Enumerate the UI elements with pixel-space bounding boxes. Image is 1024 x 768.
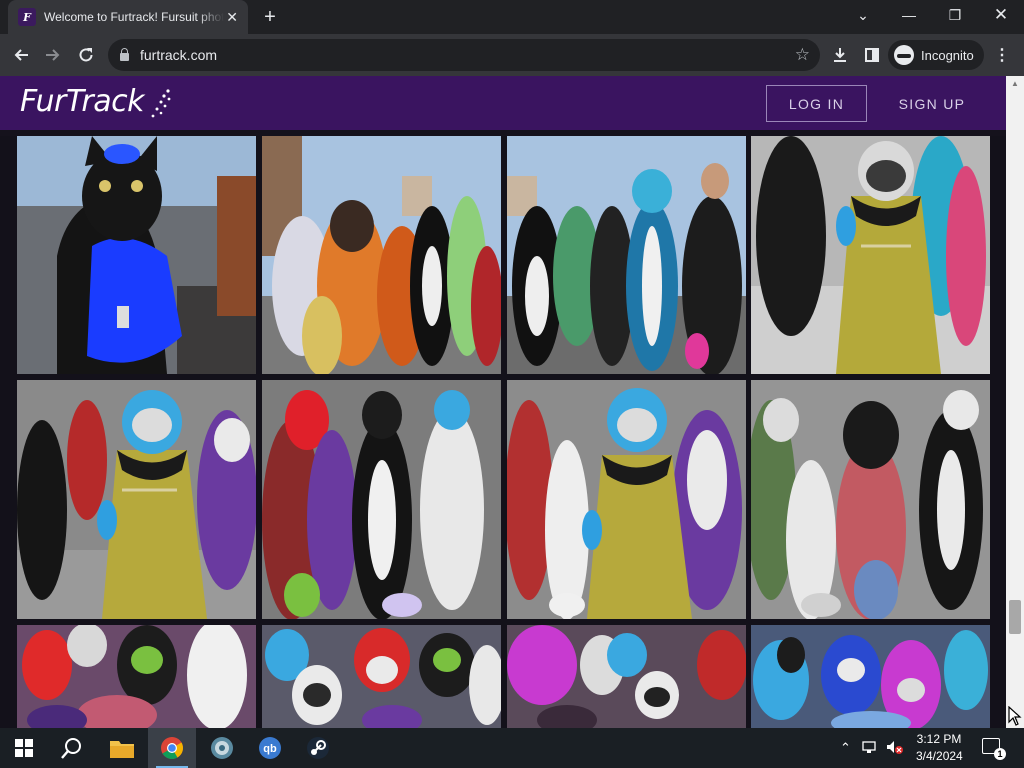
window-close-icon[interactable]: ✕ [978, 0, 1024, 30]
bookmark-star-icon[interactable]: ☆ [795, 45, 810, 65]
restore-icon[interactable]: ❐ [932, 0, 978, 30]
file-explorer-icon[interactable] [98, 728, 146, 768]
reload-icon[interactable] [73, 42, 99, 68]
close-icon[interactable]: ✕ [226, 9, 238, 26]
scroll-up-arrow-icon[interactable]: ▲ [1006, 76, 1024, 90]
side-panel-icon[interactable] [860, 42, 884, 68]
photo-teal-group[interactable] [507, 136, 746, 374]
back-arrow-icon[interactable] [8, 42, 34, 68]
svg-text:qb: qb [263, 743, 277, 755]
steam-icon[interactable] [294, 728, 342, 768]
tab-title: Welcome to Furtrack! Fursuit photos [44, 10, 224, 24]
photo-pink-shirt-fursuit[interactable] [751, 380, 990, 619]
photo-yellow-robe-fursuit[interactable] [751, 136, 990, 374]
new-tab-plus-icon[interactable]: + [258, 5, 282, 29]
forward-arrow-icon[interactable] [40, 42, 66, 68]
windows-taskbar: qb ⌃ 3:12 PM 3/4/2024 1 [0, 728, 1024, 768]
photo-magenta-crowd[interactable] [507, 625, 746, 728]
login-button[interactable]: LOG IN [766, 85, 867, 122]
photo-yellow-robe-group[interactable] [17, 380, 256, 619]
photo-orange-group[interactable] [262, 136, 501, 374]
mouse-cursor-icon [1008, 706, 1022, 726]
furtrack-favicon-icon: F [18, 8, 36, 26]
furtrack-logo[interactable]: FurTrack [20, 84, 144, 119]
page-viewport: FurTrack LOG IN SIGN UP ▲ [0, 76, 1024, 728]
tab-search-chevron-icon[interactable]: ⌄ [840, 0, 886, 30]
scrollbar-thumb[interactable] [1009, 600, 1021, 634]
browser-tab[interactable]: F Welcome to Furtrack! Fursuit photos ✕ [8, 0, 248, 34]
browser-tab-strip: F Welcome to Furtrack! Fursuit photos ✕ … [0, 0, 1024, 34]
url-text[interactable]: furtrack.com [140, 47, 217, 63]
volume-muted-icon[interactable] [886, 740, 904, 757]
notification-count-badge: 1 [994, 748, 1006, 760]
signup-button[interactable]: SIGN UP [888, 85, 976, 122]
lock-icon[interactable] [120, 47, 129, 61]
clock-time: 3:12 PM [916, 732, 962, 746]
search-icon[interactable] [48, 728, 96, 768]
qbittorrent-icon[interactable]: qb [246, 728, 294, 768]
address-bar[interactable]: furtrack.com ☆ [108, 39, 820, 71]
incognito-label: Incognito [921, 47, 974, 63]
logo-sparkle-icon [151, 89, 171, 118]
photo-blue-black-fursuit[interactable] [17, 136, 256, 374]
photo-black-white-group[interactable] [262, 380, 501, 619]
browser-toolbar: furtrack.com ☆ Incognito ⋮ [0, 34, 1024, 76]
photo-red-hair-crowd[interactable] [17, 625, 256, 728]
windows-start-icon[interactable] [0, 728, 48, 768]
incognito-profile-button[interactable]: Incognito [888, 40, 984, 70]
photo-blue-purple-crowd[interactable] [751, 625, 990, 728]
incognito-icon [894, 45, 914, 65]
browser-menu-icon[interactable]: ⋮ [992, 42, 1012, 68]
site-header: FurTrack LOG IN SIGN UP [0, 76, 1006, 130]
minimize-icon[interactable]: — [886, 0, 932, 30]
photo-yellow-robe-crowd[interactable] [507, 380, 746, 619]
photo-raccoon-crowd[interactable] [262, 625, 501, 728]
taskbar-clock[interactable]: 3:12 PM 3/4/2024 [916, 731, 963, 765]
chevron-up-icon[interactable]: ⌃ [840, 740, 851, 756]
chrome-icon[interactable] [148, 728, 196, 768]
clock-date: 3/4/2024 [916, 749, 963, 763]
download-icon[interactable] [828, 42, 852, 68]
network-icon[interactable] [862, 740, 878, 757]
page-scrollbar[interactable]: ▲ ▼ [1006, 76, 1024, 728]
app-globe-icon[interactable] [198, 728, 246, 768]
